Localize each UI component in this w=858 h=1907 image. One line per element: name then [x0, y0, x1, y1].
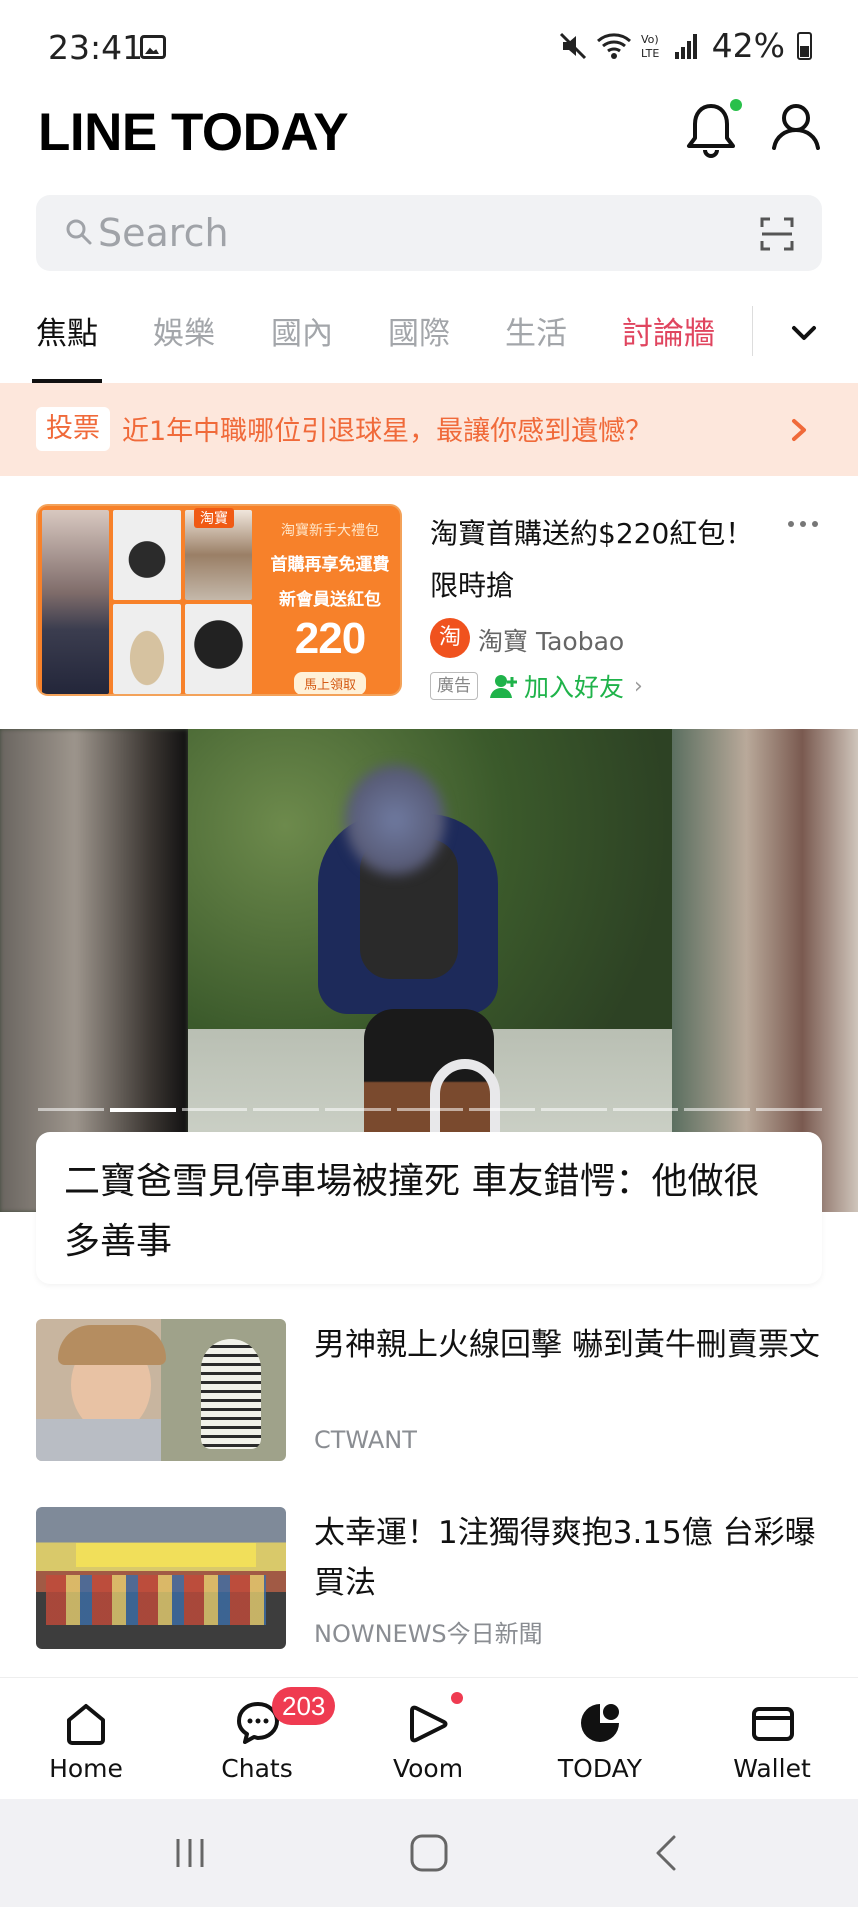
ad-product-collage — [42, 510, 252, 694]
notification-dot — [730, 99, 742, 111]
home-icon — [67, 1704, 105, 1745]
ad-promo-panel: 淘寶新手大禮包 首購再享免運費 新會員送紅包 220 馬上領取 — [266, 520, 394, 694]
status-bar: 23:41 Vo) LTE 42% — [0, 0, 858, 95]
tab-entertainment[interactable]: 娛樂 — [153, 308, 215, 353]
news-title[interactable]: 太幸運！1注獨得爽抱3.15億 台彩曝買法 — [314, 1508, 834, 1608]
chevron-down-icon[interactable] — [786, 316, 822, 350]
nav-voom-label: Voom — [392, 1754, 464, 1783]
gallery-notification-icon — [140, 35, 166, 59]
add-friend-button[interactable]: 加入好友 › — [490, 668, 643, 704]
vote-question: 近1年中職哪位引退球星，最讓你感到遺憾？ — [122, 416, 653, 447]
ad-panel-line2: 首購再享免運費 — [270, 555, 390, 575]
tab-life[interactable]: 生活 — [505, 308, 567, 353]
ad-panel-line1: 淘寶新手大禮包 — [281, 523, 379, 539]
ad-title[interactable]: 淘寶首購送約$220紅包！限時搶 — [430, 508, 770, 612]
nav-home[interactable]: Home — [16, 1678, 156, 1800]
app-title: LINE TODAY — [38, 103, 349, 162]
battery-icon — [797, 31, 812, 60]
news-source: NOWNEWS今日新聞 — [314, 1620, 543, 1648]
news-thumbnail[interactable] — [36, 1319, 286, 1461]
add-friend-label: 加入好友 — [524, 673, 625, 702]
ad-brand-badge: 淘寶 — [194, 508, 234, 528]
svg-text:Vo): Vo) — [641, 33, 659, 46]
chevron-right-icon: › — [634, 673, 643, 699]
tab-international[interactable]: 國際 — [388, 308, 450, 353]
ad-image[interactable]: 淘寶 淘寶新手大禮包 首購再享免運費 新會員送紅包 220 馬上領取 — [36, 504, 402, 696]
wifi-icon — [596, 32, 631, 59]
category-tabs: 焦點 娛樂 國內 國際 生活 討論牆 — [0, 300, 858, 384]
news-source: CTWANT — [314, 1426, 417, 1454]
volte-icon: Vo)LTE — [641, 33, 659, 60]
back-icon[interactable] — [638, 1827, 698, 1879]
ad-source: 淘寶 Taobao — [478, 627, 625, 656]
search-input[interactable] — [98, 205, 718, 261]
nav-today-label: TODAY — [557, 1754, 643, 1783]
home-button-icon[interactable] — [399, 1827, 459, 1879]
news-thumbnail[interactable] — [36, 1507, 286, 1649]
hero-headline-card[interactable]: 二寶爸雪見停車場被撞死 車友錯愕：他做很多善事 — [36, 1132, 822, 1284]
nav-wallet[interactable]: Wallet — [702, 1678, 842, 1800]
wallet-icon — [752, 1707, 794, 1741]
add-friend-icon — [490, 675, 517, 698]
status-time: 23:41 — [48, 28, 144, 67]
scan-icon[interactable] — [760, 217, 794, 251]
nav-voom[interactable]: Voom — [358, 1678, 498, 1800]
status-icons: Vo) LTE 42% — [558, 26, 812, 65]
ad-panel-amount: 220 — [294, 614, 366, 663]
search-bar[interactable] — [36, 195, 822, 271]
chevron-right-icon — [792, 419, 806, 441]
nav-chats-label: Chats — [221, 1754, 293, 1783]
chats-unread-badge: 203 — [272, 1687, 336, 1725]
hero-headline: 二寶爸雪見停車場被撞死 車友錯愕：他做很多善事 — [64, 1161, 760, 1262]
nav-wallet-label: Wallet — [733, 1754, 811, 1783]
carousel-indicator — [38, 1108, 822, 1112]
nav-today[interactable]: TODAY — [530, 1678, 670, 1800]
today-icon — [581, 1704, 619, 1742]
news-title[interactable]: 男神親上火線回擊 嚇到黃牛刪賣票文 — [314, 1320, 834, 1370]
system-nav-bar — [0, 1799, 858, 1907]
bottom-nav: Home Chats Voom TODAY Wallet — [0, 1677, 858, 1799]
signal-icon — [674, 33, 697, 59]
search-icon — [66, 219, 92, 245]
svg-text:LTE: LTE — [641, 47, 659, 60]
tab-focus[interactable]: 焦點 — [36, 308, 98, 353]
nav-home-label: Home — [49, 1754, 123, 1783]
voom-icon — [410, 1705, 448, 1743]
more-options-icon[interactable] — [786, 514, 820, 534]
battery-percent: 42% — [711, 26, 785, 65]
tab-divider — [752, 306, 753, 356]
ad-label: 廣告 — [430, 672, 478, 700]
voom-new-dot — [451, 1692, 463, 1704]
profile-icon[interactable] — [768, 100, 824, 160]
tab-domestic[interactable]: 國內 — [271, 308, 333, 353]
recent-apps-icon[interactable] — [160, 1827, 220, 1879]
ad-panel-button: 馬上領取 — [293, 672, 366, 694]
ad-panel-line3: 新會員送紅包 — [279, 590, 381, 610]
mute-icon — [559, 32, 586, 59]
taobao-logo: 淘 — [430, 618, 470, 658]
tab-forum[interactable]: 討論牆 — [622, 308, 715, 353]
vote-banner[interactable]: 投票 近1年中職哪位引退球星，最讓你感到遺憾？ — [0, 383, 858, 476]
vote-tag: 投票 — [36, 407, 110, 451]
